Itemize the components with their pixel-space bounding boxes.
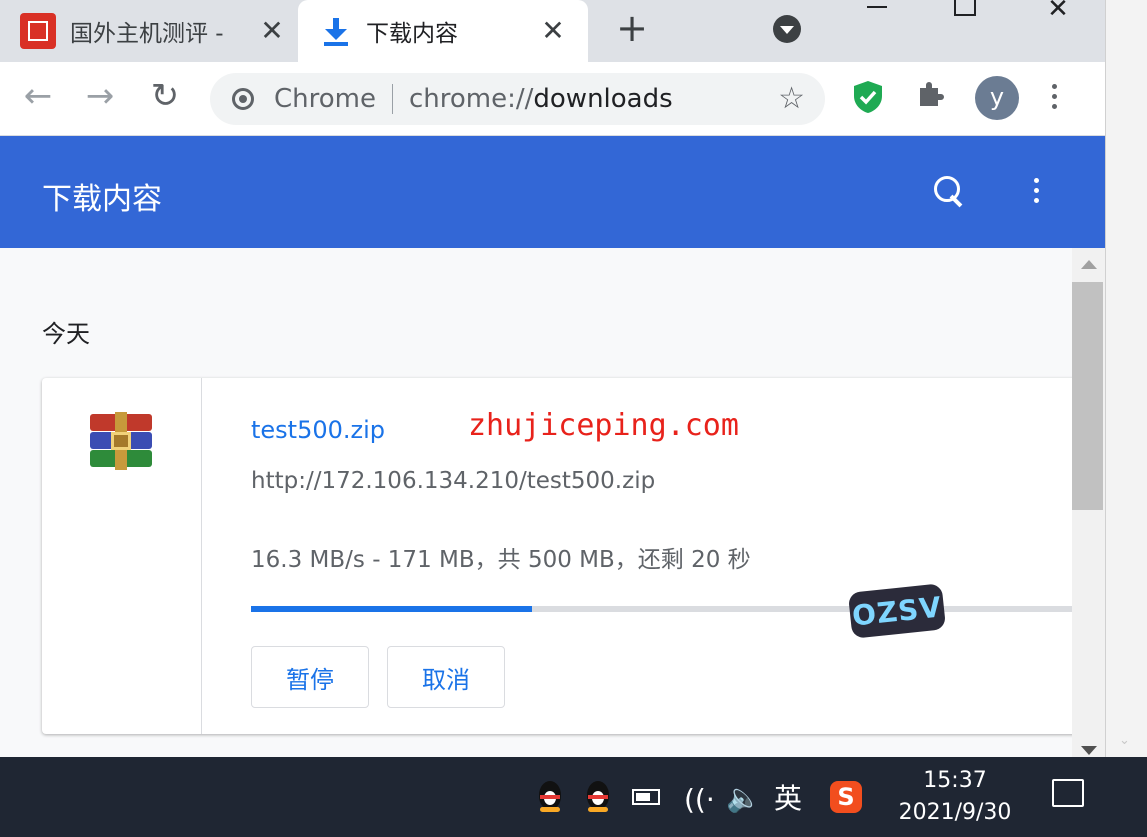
download-icon xyxy=(324,16,348,46)
tab-zhujiceping[interactable]: 国外主机测评 - ✕ xyxy=(20,0,290,62)
wifi-icon[interactable]: ((· xyxy=(684,783,715,816)
scroll-down-arrow[interactable] xyxy=(1081,746,1097,755)
omnibox-separator xyxy=(391,84,393,114)
ime-indicator[interactable]: 英 xyxy=(774,777,802,817)
back-button[interactable]: ← xyxy=(18,76,58,116)
tab-search-icon[interactable] xyxy=(773,15,801,43)
tab-title: 国外主机测评 - xyxy=(70,21,224,47)
date-section-label: 今天 xyxy=(42,320,90,348)
battery-icon[interactable] xyxy=(632,789,660,805)
ozsv-sticker: OZSV xyxy=(847,583,947,639)
site-label: Chrome xyxy=(274,84,376,114)
file-name-link[interactable]: test500.zip xyxy=(251,416,385,444)
tab-close-icon[interactable]: ✕ xyxy=(538,14,568,47)
close-window-button[interactable]: ✕ xyxy=(1033,0,1083,24)
puzzle-icon[interactable] xyxy=(916,78,946,108)
chrome-icon xyxy=(232,88,254,110)
qq-icon[interactable] xyxy=(584,775,612,815)
download-item: test500.zip zhujiceping.com http://172.1… xyxy=(42,378,1072,734)
site-favicon-icon xyxy=(20,13,56,49)
tab-title: 下载内容 xyxy=(366,21,458,47)
windows-taskbar: ((· 🔈 英 S 15:37 2021/9/30 xyxy=(0,757,1147,837)
qq-icon[interactable] xyxy=(536,775,564,815)
url-scheme: chrome:// xyxy=(408,84,534,114)
reload-button[interactable]: ↻ xyxy=(145,76,185,116)
volume-icon[interactable]: 🔈 xyxy=(726,781,761,814)
new-tab-button[interactable]: + xyxy=(612,6,652,50)
tab-strip: 国外主机测评 - ✕ 下载内容 ✕ + ✕ xyxy=(0,0,1105,62)
browser-window: 国外主机测评 - ✕ 下载内容 ✕ + ✕ ← → ↻ Chrome chrom… xyxy=(0,0,1105,757)
download-progress-bar xyxy=(251,606,1072,612)
minimize-button[interactable] xyxy=(852,0,902,8)
address-bar[interactable]: Chrome chrome://downloads ☆ xyxy=(210,73,825,125)
forward-button[interactable]: → xyxy=(80,76,120,116)
search-icon[interactable] xyxy=(934,176,966,208)
scrollbar-thumb[interactable] xyxy=(1072,282,1103,510)
system-clock[interactable]: 15:37 2021/9/30 xyxy=(890,765,1020,829)
shield-icon[interactable] xyxy=(852,80,884,114)
page-title: 下载内容 xyxy=(42,182,162,217)
tab-close-icon[interactable]: ✕ xyxy=(257,14,287,47)
clock-time: 15:37 xyxy=(923,768,987,793)
chevron-down-icon: ⌄ xyxy=(1119,733,1130,748)
clock-date: 2021/9/30 xyxy=(898,800,1012,825)
file-url[interactable]: http://172.106.134.210/test500.zip xyxy=(251,468,655,494)
maximize-button[interactable] xyxy=(940,0,990,16)
cancel-button[interactable]: 取消 xyxy=(387,646,505,708)
url-host: downloads xyxy=(533,84,673,114)
pause-button[interactable]: 暂停 xyxy=(251,646,369,708)
watermark-text: zhujiceping.com xyxy=(468,408,739,443)
star-icon[interactable]: ☆ xyxy=(778,81,805,116)
sogou-ime-icon[interactable]: S xyxy=(830,781,862,813)
winrar-icon xyxy=(90,412,152,470)
scroll-up-arrow[interactable] xyxy=(1081,260,1097,269)
notification-icon[interactable] xyxy=(1052,779,1084,807)
card-divider xyxy=(201,378,202,734)
download-status: 16.3 MB/s - 171 MB，共 500 MB，还剩 20 秒 xyxy=(251,547,751,573)
profile-avatar[interactable]: y xyxy=(975,76,1019,120)
page-scrollbar[interactable] xyxy=(1072,248,1105,757)
tab-downloads[interactable]: 下载内容 ✕ xyxy=(298,0,588,62)
downloads-header: 下载内容 xyxy=(0,136,1105,248)
more-icon[interactable] xyxy=(1034,178,1040,208)
downloads-list: 今天 test500.zip zhujiceping.com http://17… xyxy=(0,248,1072,757)
background-window-edge: ⌄ xyxy=(1105,0,1147,757)
progress-fill xyxy=(251,606,533,612)
more-icon[interactable] xyxy=(1052,84,1060,114)
